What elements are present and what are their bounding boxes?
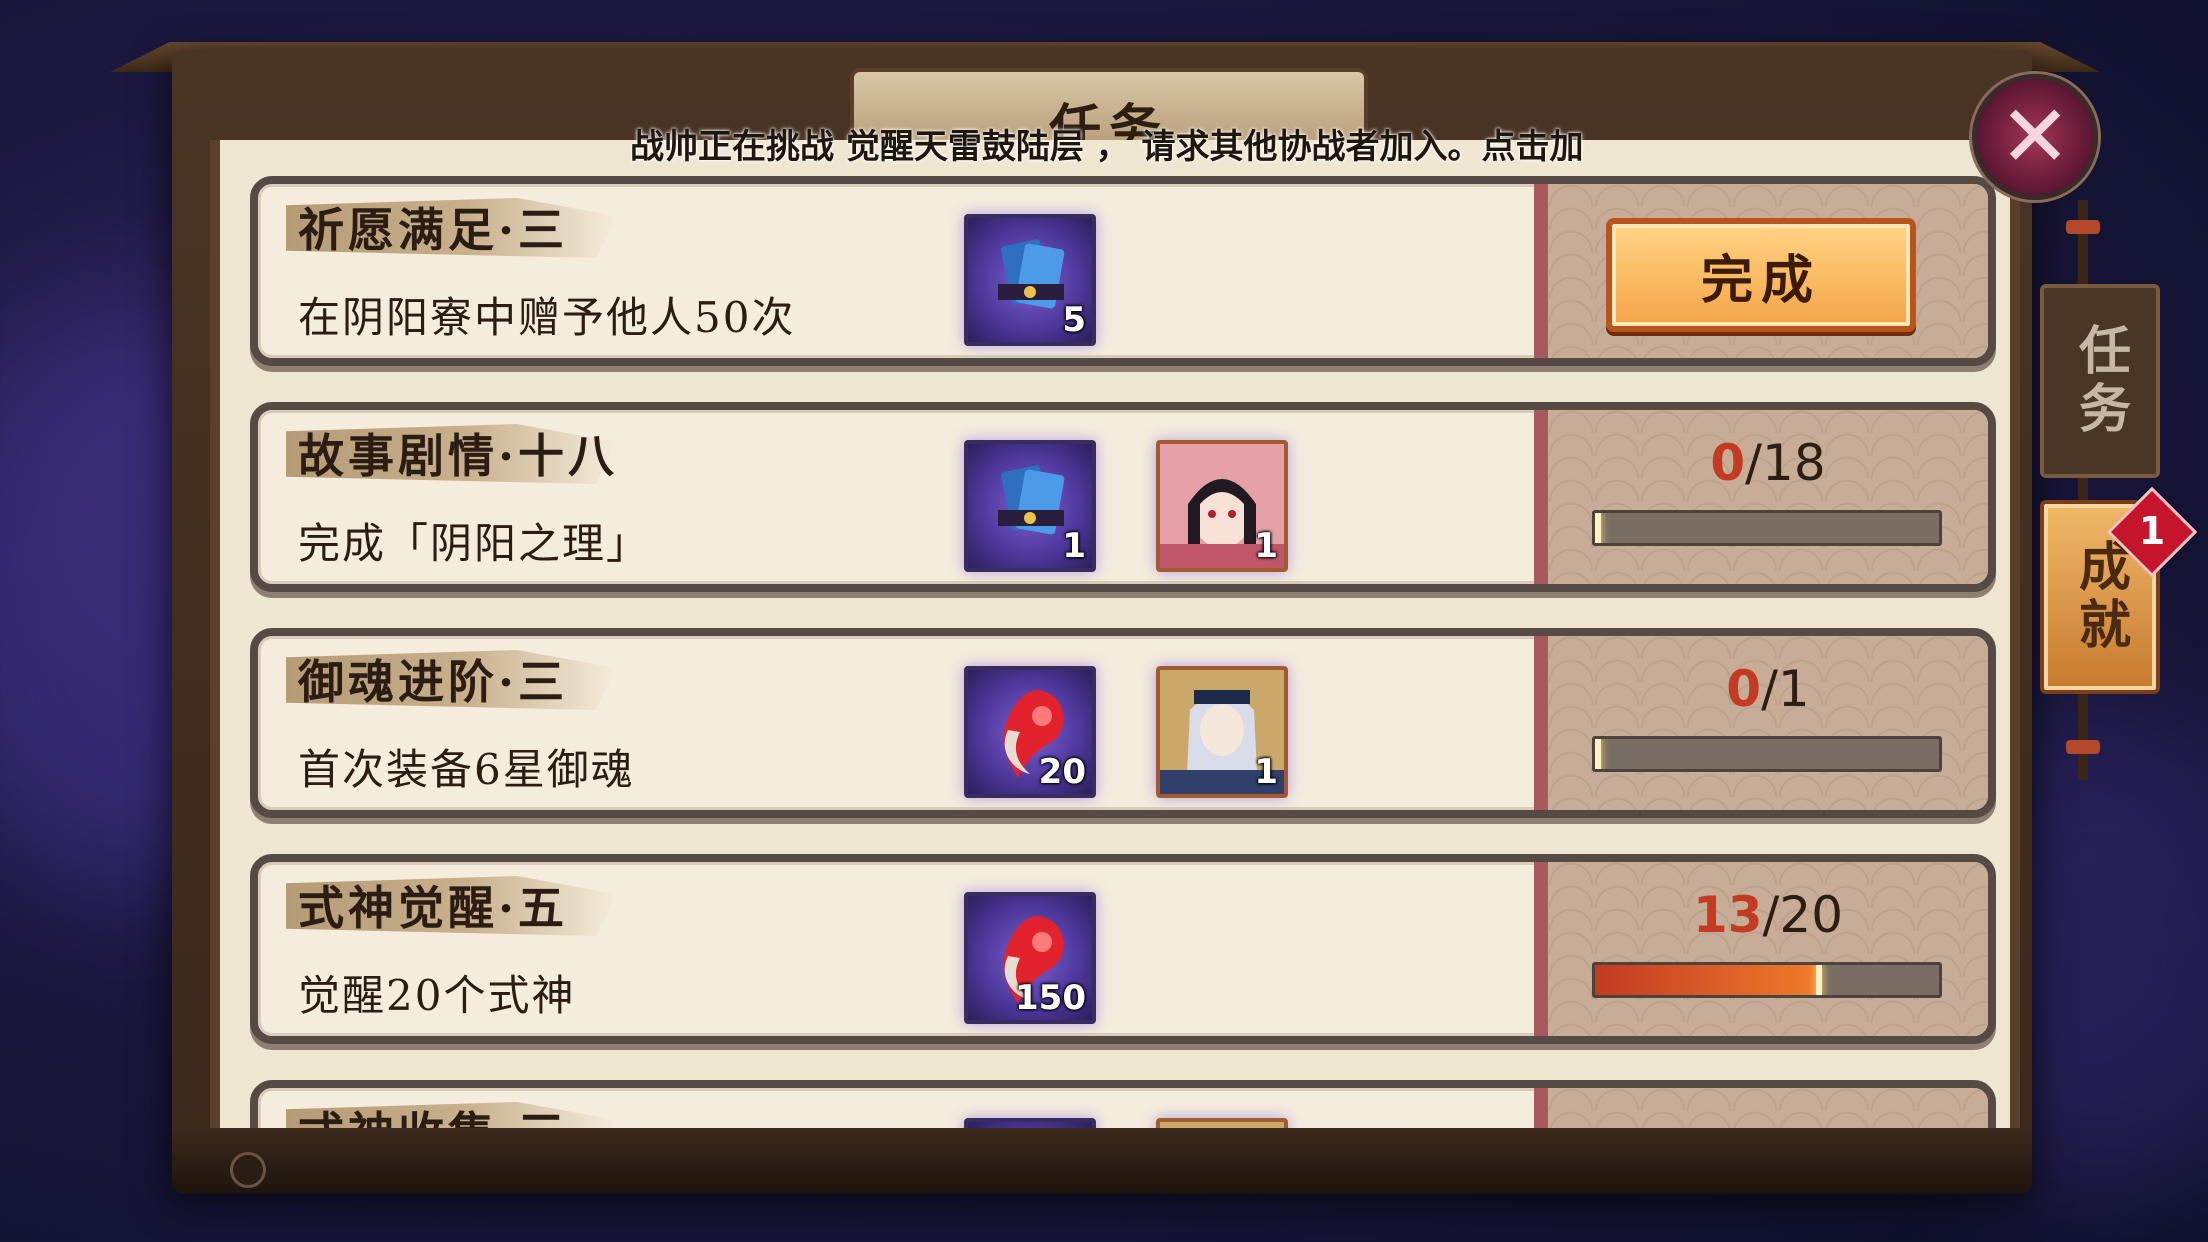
reward-count: 1 [1254,752,1278,792]
task-description: 首次装备6星御魂 [298,745,635,794]
task-row: 御魂进阶·三 首次装备6星御魂 20 1 0/1 [250,628,1996,818]
close-button[interactable]: ✕ [1972,74,2098,200]
task-description: 觉醒20个式神 [298,971,576,1020]
reward-count: 1 [1254,526,1278,566]
progress-separator: / [1762,886,1780,944]
progress-bar [1592,736,1942,772]
progress-marker [1595,513,1601,543]
task-name: 御魂进阶·三 [298,655,569,709]
complete-button[interactable]: 完成 [1606,218,1916,332]
task-status-panel: 0/18 [1534,410,1988,584]
scroll-knob-icon [230,1152,266,1188]
reward-item[interactable]: 20 [964,666,1096,798]
progress-bar [1592,962,1942,998]
reward-item[interactable]: 1 [1156,440,1288,572]
decorative-knot [2066,740,2100,754]
progress-label: 0/18 [1548,434,1988,492]
reward-item[interactable]: 1 [964,440,1096,572]
decorative-knot [2066,220,2100,234]
progress-marker [1595,739,1601,769]
notification-badge-count: 1 [2138,509,2166,553]
progress-label: 0/1 [1548,660,1988,718]
progress-total: 18 [1762,434,1826,492]
task-description: 完成「阴阳之理」 [298,519,651,568]
task-row: 式神收集·三 [250,1080,1996,1130]
task-name: 式神收集·三 [298,1098,568,1130]
task-status-panel [1534,1088,1988,1130]
dialog-bottom-beam [172,1128,2032,1194]
task-status-panel: 0/1 [1534,636,1988,810]
tab-tasks[interactable]: 任务 [2040,284,2160,478]
reward-item[interactable]: 1 [1156,666,1288,798]
progress-marker [1815,965,1822,995]
reward-item[interactable]: 5 [964,214,1096,346]
task-row: 祈愿满足·三 在阴阳寮中赠予他人50次 5 完成 [250,176,1996,366]
task-list[interactable]: 祈愿满足·三 在阴阳寮中赠予他人50次 5 完成 故事剧情·十八 完成「阴阳之理… [210,140,2020,1130]
reward-count: 20 [1038,752,1086,792]
progress-label: 13/20 [1548,886,1988,944]
progress-bar [1592,510,1942,546]
task-row: 故事剧情·十八 完成「阴阳之理」 1 1 0/18 [250,402,1996,592]
task-name: 式神觉醒·五 [298,881,569,935]
reward-item[interactable]: 150 [964,892,1096,1024]
task-row: 式神觉醒·五 觉醒20个式神 150 13/20 [250,854,1996,1044]
broadcast-message[interactable]: 战帅正在挑战 觉醒天雷鼓陆层 ， 请求其他协战者加入。点击加 [630,124,1695,170]
progress-separator: / [1761,660,1778,718]
progress-separator: / [1745,434,1763,492]
reward-count: 1 [1062,526,1086,566]
progress-total: 20 [1779,886,1844,944]
progress-current: 13 [1692,886,1763,944]
progress-current: 0 [1726,660,1762,718]
task-name: 故事剧情·十八 [298,429,619,483]
close-icon: ✕ [1998,87,2072,187]
task-name: 祈愿满足·三 [298,203,569,257]
progress-total: 1 [1777,660,1810,718]
task-status-panel: 13/20 [1534,862,1988,1036]
task-description: 在阴阳寮中赠予他人50次 [298,293,796,342]
reward-count: 5 [1062,300,1086,340]
progress-fill [1595,965,1819,995]
progress-current: 0 [1710,434,1746,492]
task-status-panel: 完成 [1534,184,1988,358]
reward-count: 150 [1015,978,1086,1018]
